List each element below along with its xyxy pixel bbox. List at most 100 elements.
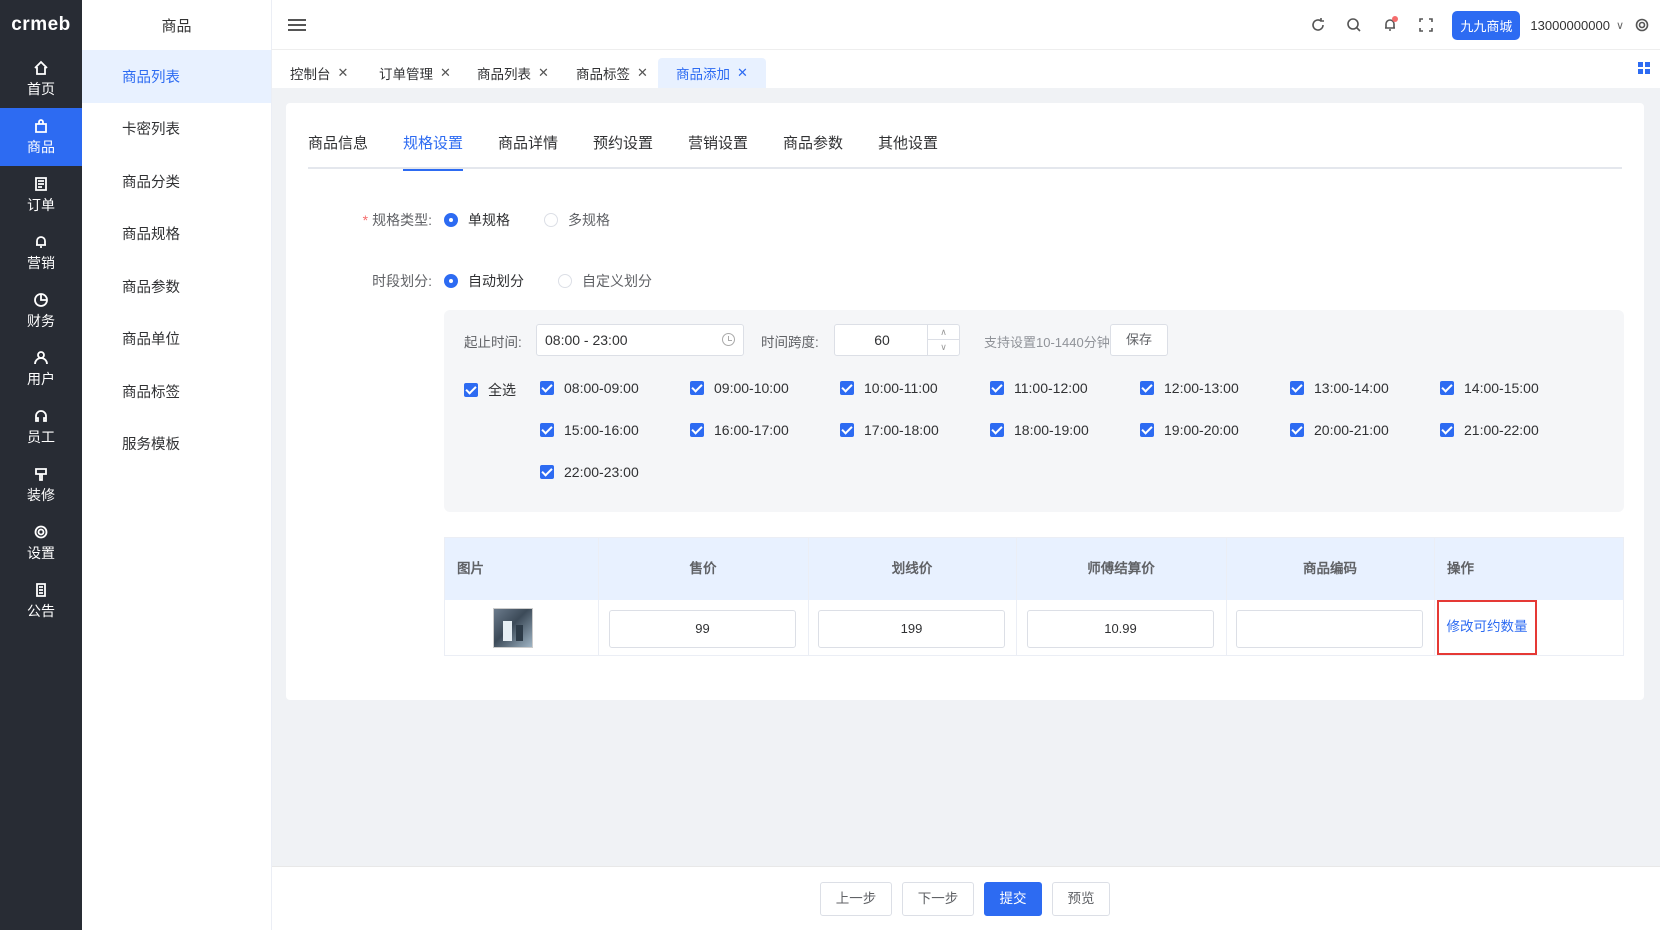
slot-checkbox[interactable]: 18:00-19:00 bbox=[990, 422, 1089, 438]
sidebar-item-params[interactable]: 商品参数 bbox=[82, 260, 271, 313]
tab-goods-add[interactable]: 商品添加 ✕ bbox=[658, 58, 766, 88]
product-code-input[interactable] bbox=[1236, 610, 1423, 648]
menu-toggle-icon[interactable] bbox=[288, 16, 306, 34]
notification-bell-icon[interactable] bbox=[1372, 7, 1408, 43]
prev-step-button[interactable]: 上一步 bbox=[820, 882, 892, 916]
account-menu[interactable]: 13000000000 bbox=[1530, 18, 1610, 33]
sidebar-item-category[interactable]: 商品分类 bbox=[82, 155, 271, 208]
nav-item-users[interactable]: 用户 bbox=[0, 340, 82, 398]
close-icon[interactable]: ✕ bbox=[440, 65, 451, 81]
tab-spec-settings[interactable]: 规格设置 bbox=[403, 127, 464, 171]
nav-item-settings[interactable]: 设置 bbox=[0, 514, 82, 572]
slot-checkbox[interactable]: 11:00-12:00 bbox=[990, 380, 1088, 396]
submit-button[interactable]: 提交 bbox=[984, 882, 1042, 916]
tab-goods-info[interactable]: 商品信息 bbox=[308, 127, 368, 169]
settle-price-input[interactable]: 10.99 bbox=[1027, 610, 1214, 648]
close-icon[interactable]: ✕ bbox=[538, 65, 549, 81]
decrement-icon[interactable]: ∨ bbox=[928, 340, 959, 355]
nav-label: 营销 bbox=[27, 255, 55, 271]
radio-multi-spec[interactable]: 多规格 bbox=[544, 210, 610, 230]
slot-label: 18:00-19:00 bbox=[1014, 422, 1089, 438]
slot-label: 09:00-10:00 bbox=[714, 380, 789, 396]
edit-bookable-quantity-link[interactable]: 修改可约数量 bbox=[1437, 600, 1537, 655]
brush-icon bbox=[32, 465, 50, 483]
checkbox-box bbox=[990, 381, 1004, 395]
tab-goods-tags[interactable]: 商品标签 ✕ bbox=[558, 58, 666, 88]
refresh-icon[interactable] bbox=[1300, 7, 1336, 43]
tab-goods-list[interactable]: 商品列表 ✕ bbox=[459, 58, 567, 88]
slot-checkbox[interactable]: 13:00-14:00 bbox=[1290, 380, 1389, 396]
tab-dashboard[interactable]: 控制台 ✕ bbox=[272, 58, 366, 88]
grid-menu-icon[interactable] bbox=[1638, 62, 1650, 74]
nav-label: 设置 bbox=[27, 545, 55, 561]
slot-checkbox[interactable]: 16:00-17:00 bbox=[690, 422, 789, 438]
shop-switch-button[interactable]: 九九商城 bbox=[1452, 10, 1521, 40]
start-end-time-input[interactable]: 08:00 - 23:00 bbox=[536, 324, 744, 356]
slot-checkbox[interactable]: 10:00-11:00 bbox=[840, 380, 938, 396]
slot-label: 14:00-15:00 bbox=[1464, 380, 1539, 396]
radio-label: 单规格 bbox=[468, 212, 510, 228]
nav-item-decoration[interactable]: 装修 bbox=[0, 456, 82, 514]
select-all-checkbox[interactable]: 全选 bbox=[464, 380, 516, 400]
tab-goods-detail[interactable]: 商品详情 bbox=[498, 127, 558, 169]
search-icon[interactable] bbox=[1336, 7, 1372, 43]
sidebar-item-unit[interactable]: 商品单位 bbox=[82, 313, 271, 366]
spec-table: 图片 售价 划线价 师傅结算价 商品编码 操作 99 199 10.99 修改可… bbox=[444, 537, 1624, 656]
time-span-stepper[interactable]: 60 ∧ ∨ bbox=[834, 324, 960, 356]
nav-item-marketing[interactable]: 营销 bbox=[0, 224, 82, 282]
slot-checkbox[interactable]: 12:00-13:00 bbox=[1140, 380, 1239, 396]
chevron-down-icon[interactable]: ∨ bbox=[1616, 19, 1624, 32]
nav-item-home[interactable]: 首页 bbox=[0, 50, 82, 108]
tab-goods-params[interactable]: 商品参数 bbox=[783, 127, 843, 169]
sidebar-item-goods-list[interactable]: 商品列表 bbox=[82, 50, 271, 103]
slot-label: 11:00-12:00 bbox=[1014, 380, 1088, 396]
radio-custom-split[interactable]: 自定义划分 bbox=[558, 271, 652, 291]
next-step-button[interactable]: 下一步 bbox=[902, 882, 974, 916]
slot-label: 13:00-14:00 bbox=[1314, 380, 1389, 396]
tab-booking-settings[interactable]: 预约设置 bbox=[593, 127, 653, 169]
settings-gear-icon[interactable] bbox=[1624, 7, 1660, 43]
required-mark: * bbox=[362, 212, 369, 228]
slot-checkbox[interactable]: 08:00-09:00 bbox=[540, 380, 639, 396]
slot-checkbox[interactable]: 15:00-16:00 bbox=[540, 422, 639, 438]
column-header-code: 商品编码 bbox=[1303, 561, 1357, 576]
slot-checkbox[interactable]: 14:00-15:00 bbox=[1440, 380, 1539, 396]
slot-checkbox[interactable]: 21:00-22:00 bbox=[1440, 422, 1539, 438]
slot-checkbox[interactable]: 09:00-10:00 bbox=[690, 380, 789, 396]
close-icon[interactable]: ✕ bbox=[637, 65, 648, 81]
slot-checkbox[interactable]: 19:00-20:00 bbox=[1140, 422, 1239, 438]
sidebar-item-service-template[interactable]: 服务模板 bbox=[82, 418, 271, 471]
preview-button[interactable]: 预览 bbox=[1052, 882, 1110, 916]
sidebar-item-card-list[interactable]: 卡密列表 bbox=[82, 103, 271, 156]
close-icon[interactable]: ✕ bbox=[737, 65, 748, 81]
save-button[interactable]: 保存 bbox=[1110, 324, 1168, 356]
tab-label: 商品添加 bbox=[676, 67, 730, 82]
radio-auto-split[interactable]: 自动划分 bbox=[444, 271, 524, 291]
nav-item-finance[interactable]: 财务 bbox=[0, 282, 82, 340]
slot-checkbox[interactable]: 20:00-21:00 bbox=[1290, 422, 1389, 438]
sidebar-item-tags[interactable]: 商品标签 bbox=[82, 365, 271, 418]
tab-marketing-settings[interactable]: 营销设置 bbox=[688, 127, 748, 169]
increment-icon[interactable]: ∧ bbox=[928, 325, 959, 340]
product-thumbnail[interactable] bbox=[493, 608, 533, 648]
tab-other-settings[interactable]: 其他设置 bbox=[878, 127, 938, 169]
sidebar-item-spec[interactable]: 商品规格 bbox=[82, 208, 271, 261]
logo[interactable]: crmeb bbox=[0, 0, 82, 50]
nav-item-goods[interactable]: 商品 bbox=[0, 108, 82, 166]
nav-item-notice[interactable]: 公告 bbox=[0, 572, 82, 630]
radio-single-spec[interactable]: 单规格 bbox=[444, 210, 510, 230]
checkbox-box bbox=[1140, 381, 1154, 395]
radio-label: 多规格 bbox=[568, 212, 610, 228]
time-span-value: 60 bbox=[874, 332, 890, 348]
nav-item-staff[interactable]: 员工 bbox=[0, 398, 82, 456]
close-icon[interactable]: ✕ bbox=[338, 65, 349, 81]
line-price-input[interactable]: 199 bbox=[818, 610, 1005, 648]
tab-order-management[interactable]: 订单管理 ✕ bbox=[361, 58, 469, 88]
price-input[interactable]: 99 bbox=[609, 610, 796, 648]
slot-checkbox[interactable]: 17:00-18:00 bbox=[840, 422, 939, 438]
checkbox-box bbox=[990, 423, 1004, 437]
slot-checkbox[interactable]: 22:00-23:00 bbox=[540, 464, 639, 480]
nav-item-orders[interactable]: 订单 bbox=[0, 166, 82, 224]
fullscreen-icon[interactable] bbox=[1408, 7, 1444, 43]
nav-label: 订单 bbox=[27, 197, 55, 213]
